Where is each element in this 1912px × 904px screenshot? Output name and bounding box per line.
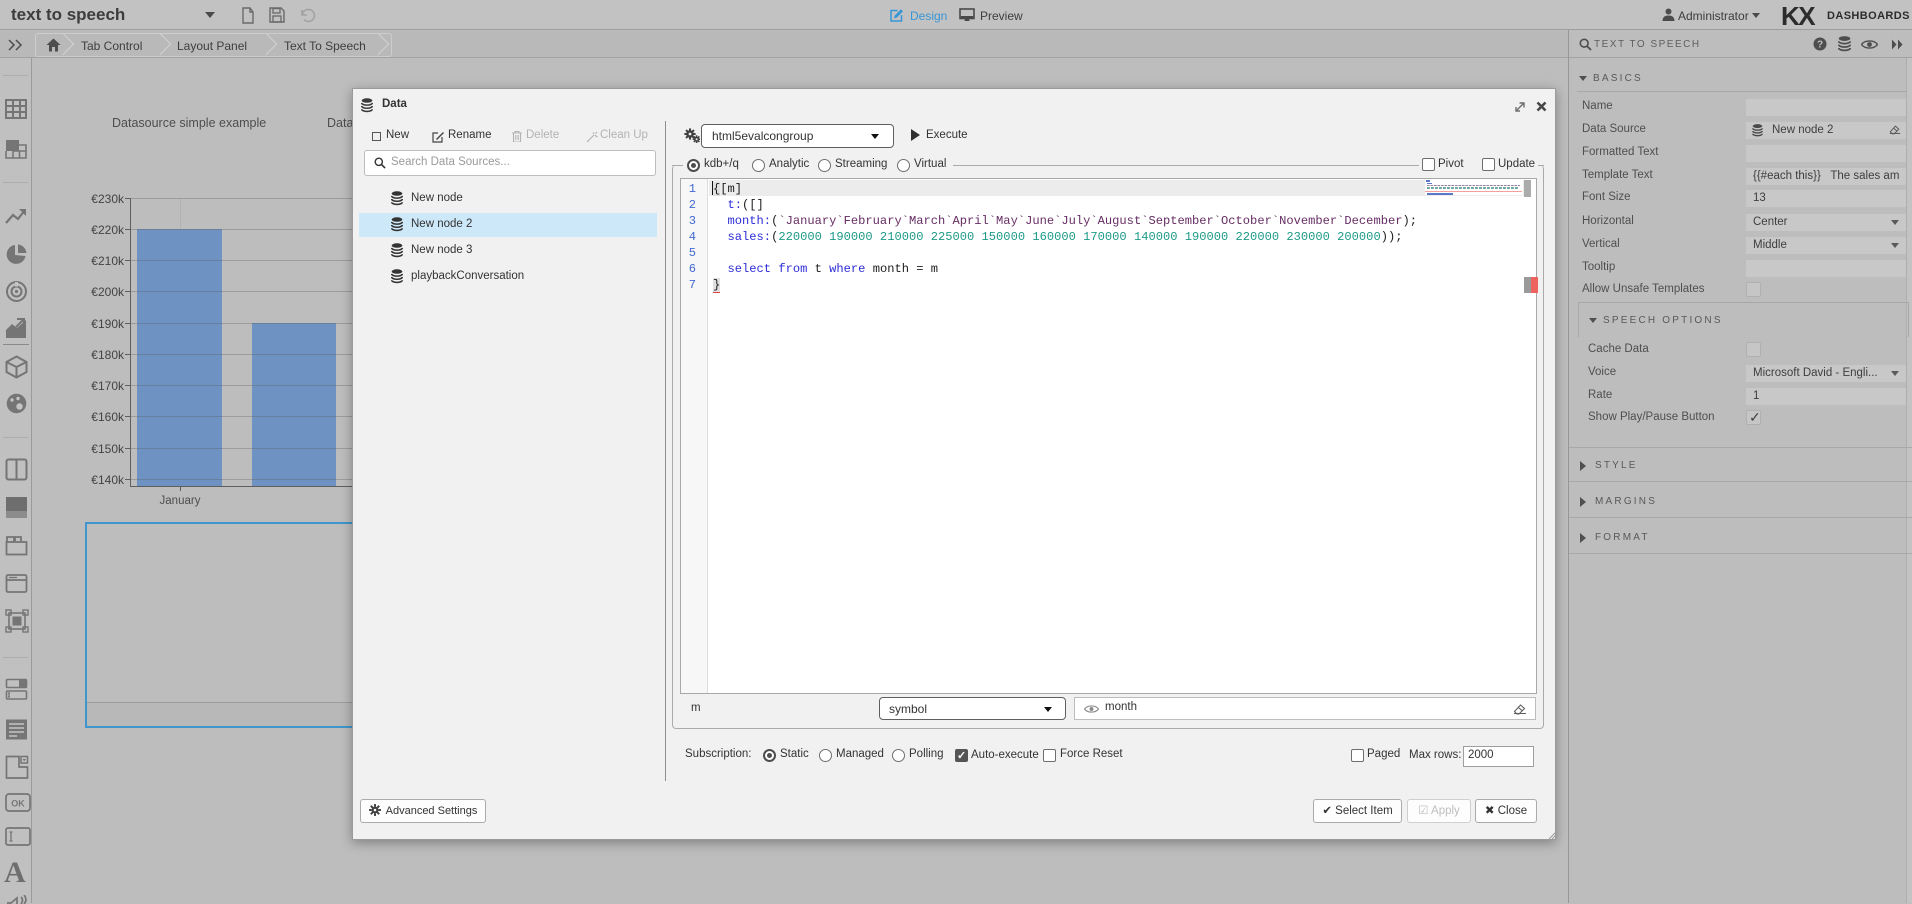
svg-text:?: ?: [1817, 40, 1823, 51]
svg-text:OK: OK: [11, 799, 25, 809]
